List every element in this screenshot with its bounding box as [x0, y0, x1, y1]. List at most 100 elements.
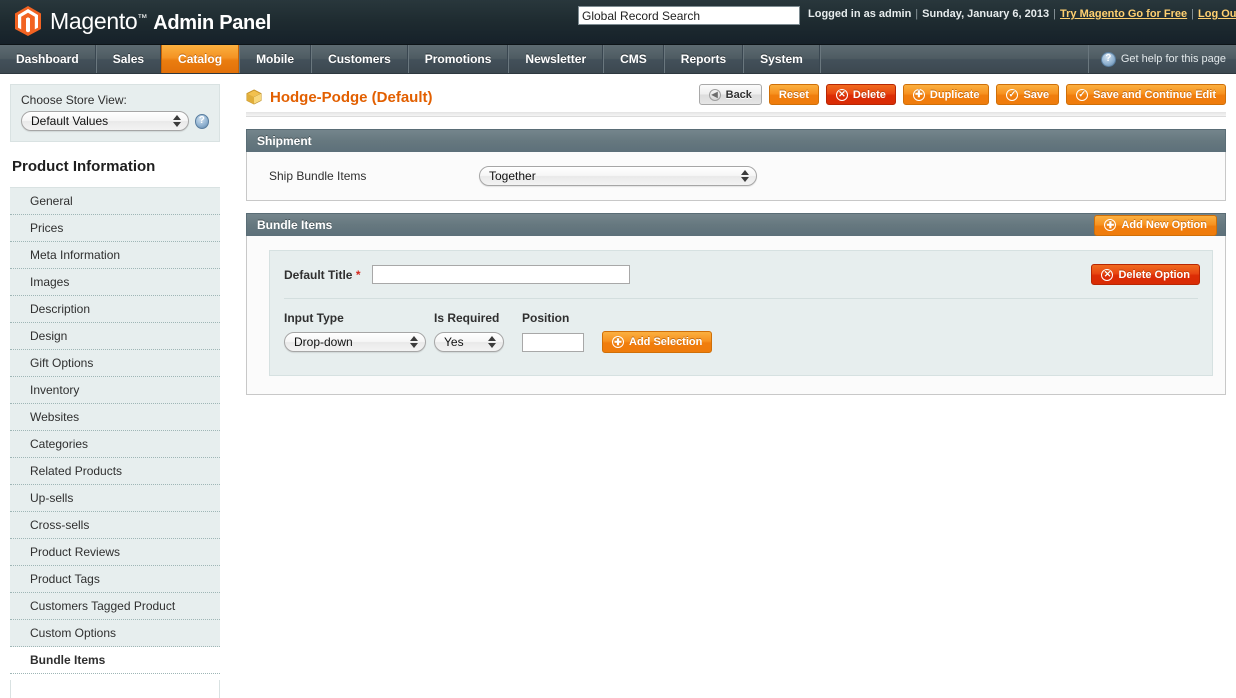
- duplicate-button[interactable]: ✚ Duplicate: [902, 84, 990, 105]
- separator-3: |: [1191, 8, 1194, 20]
- chevron-updown-icon: [406, 334, 422, 350]
- sidebar-item-product-reviews[interactable]: Product Reviews: [10, 539, 220, 566]
- nav-item-dashboard[interactable]: Dashboard: [0, 45, 96, 73]
- page-body: Choose Store View: Default Values ? Prod…: [0, 74, 1236, 698]
- sidebar: Choose Store View: Default Values ? Prod…: [0, 74, 230, 698]
- sidebar-item-related-products[interactable]: Related Products: [10, 458, 220, 485]
- magento-logo-icon: [14, 5, 42, 37]
- magento-logo[interactable]: Magento™ Admin Panel: [14, 5, 271, 37]
- shipment-panel-header: Shipment: [246, 129, 1226, 152]
- position-input[interactable]: [522, 332, 584, 352]
- default-title-label: Default Title *: [284, 268, 372, 282]
- sidebar-item-gift-options[interactable]: Gift Options: [10, 350, 220, 377]
- save-and-continue-label: Save and Continue Edit: [1093, 88, 1216, 101]
- sidebar-item-up-sells[interactable]: Up-sells: [10, 485, 220, 512]
- position-label: Position: [522, 311, 570, 325]
- reset-button[interactable]: Reset: [768, 84, 819, 105]
- nav-item-promotions[interactable]: Promotions: [407, 45, 509, 73]
- x-circle-icon: ✕: [835, 88, 848, 101]
- sidebar-item-inventory[interactable]: Inventory: [10, 377, 220, 404]
- plus-circle-icon: ✚: [612, 336, 624, 348]
- logout-link[interactable]: Log Out: [1198, 8, 1236, 20]
- nav-item-customers[interactable]: Customers: [311, 45, 408, 73]
- header-account-info: Logged in as admin | Sunday, January 6, 20…: [808, 8, 1236, 20]
- nav-item-reports[interactable]: Reports: [663, 45, 744, 73]
- nav-item-mobile[interactable]: Mobile: [239, 45, 312, 73]
- duplicate-button-label: Duplicate: [929, 88, 980, 101]
- try-magento-go-link[interactable]: Try Magento Go for Free: [1060, 8, 1187, 20]
- nav-item-system[interactable]: System: [743, 45, 820, 73]
- sidebar-item-description[interactable]: Description: [10, 296, 220, 323]
- page-title-text: Hodge-Podge (Default): [270, 88, 433, 106]
- input-type-select[interactable]: Drop-down: [284, 332, 426, 352]
- store-view-row: Default Values ?: [21, 111, 209, 131]
- chevron-updown-icon: [484, 334, 500, 350]
- separator-1: |: [915, 8, 919, 20]
- title-divider: [246, 112, 1226, 117]
- logo-trademark: ™: [137, 12, 148, 24]
- sidebar-item-prices[interactable]: Prices: [10, 215, 220, 242]
- add-new-option-button[interactable]: ✚ Add New Option: [1094, 214, 1217, 236]
- add-selection-button[interactable]: ✚ Add Selection: [602, 331, 713, 353]
- nav-item-newsletter[interactable]: Newsletter: [508, 45, 604, 73]
- sidebar-item-general[interactable]: General: [10, 188, 220, 215]
- position-cell: [522, 332, 602, 352]
- global-search-input[interactable]: [578, 6, 800, 25]
- plus-circle-icon: ✚: [912, 88, 925, 101]
- sidebar-item-images[interactable]: Images: [10, 269, 220, 296]
- get-help-link[interactable]: ? Get help for this page: [1087, 45, 1236, 73]
- sidebar-item-product-tags[interactable]: Product Tags: [10, 566, 220, 593]
- nav-item-cms[interactable]: CMS: [603, 45, 664, 73]
- add-new-option-label: Add New Option: [1121, 219, 1207, 231]
- nav-item-catalog[interactable]: Catalog: [161, 45, 240, 73]
- sidebar-item-custom-options[interactable]: Custom Options: [10, 620, 220, 647]
- is-required-label: Is Required: [434, 311, 500, 325]
- is-required-cell: Yes: [434, 332, 522, 352]
- shipment-panel-body: Ship Bundle Items Together: [246, 152, 1226, 201]
- store-view-select[interactable]: Default Values: [21, 111, 189, 131]
- store-view-help-icon[interactable]: ?: [194, 113, 209, 129]
- input-type-cell: Drop-down: [284, 332, 434, 352]
- content-area: Hodge-Podge (Default) ◀ Back Reset ✕ Del…: [230, 74, 1236, 698]
- top-header: Magento™ Admin Panel Logged in as admin|…: [0, 0, 1236, 45]
- nav-item-sales[interactable]: Sales: [95, 45, 162, 73]
- save-and-continue-edit-button[interactable]: ✓ Save and Continue Edit: [1066, 84, 1226, 105]
- sidebar-item-bundle-items[interactable]: Bundle Items: [10, 647, 220, 674]
- product-information-title: Product Information: [10, 142, 220, 188]
- page-title: Hodge-Podge (Default): [246, 89, 433, 106]
- ship-bundle-items-label: Ship Bundle Items: [269, 169, 367, 183]
- ship-bundle-items-select[interactable]: Together: [479, 166, 757, 186]
- input-type-label: Input Type: [284, 311, 344, 325]
- sidebar-item-design[interactable]: Design: [10, 323, 220, 350]
- question-circle-icon: ?: [1100, 51, 1116, 67]
- bundle-option-column-headers: Input Type Is Required Position: [284, 311, 1198, 325]
- sidebar-item-categories[interactable]: Categories: [10, 431, 220, 458]
- is-required-select[interactable]: Yes: [434, 332, 504, 352]
- sidebar-item-customers-tagged-product[interactable]: Customers Tagged Product: [10, 593, 220, 620]
- bundle-items-panel-title: Bundle Items: [257, 218, 333, 232]
- sidebar-item-meta-information[interactable]: Meta Information: [10, 242, 220, 269]
- sidebar-item-websites[interactable]: Websites: [10, 404, 220, 431]
- default-title-text: Default Title: [284, 267, 353, 282]
- bundle-option-box: Default Title * ✕ Delete Option Input Ty…: [269, 250, 1213, 376]
- default-title-input[interactable]: [372, 265, 630, 284]
- shipment-panel-title: Shipment: [257, 134, 312, 148]
- ship-bundle-items-value: Together: [489, 169, 536, 183]
- input-type-value: Drop-down: [294, 335, 353, 349]
- page-action-buttons: ◀ Back Reset ✕ Delete ✚ Duplicate ✓ Save: [698, 84, 1226, 105]
- back-button[interactable]: ◀ Back: [698, 84, 762, 105]
- save-button-label: Save: [1023, 88, 1050, 101]
- nav-spacer: [819, 45, 1088, 73]
- check-circle-icon: ✓: [1006, 88, 1019, 101]
- current-date: Sunday, January 6, 2013: [922, 8, 1050, 20]
- delete-button[interactable]: ✕ Delete: [825, 84, 896, 105]
- sidebar-item-cross-sells[interactable]: Cross-sells: [10, 512, 220, 539]
- save-button[interactable]: ✓ Save: [996, 84, 1060, 105]
- bundle-items-panel: Bundle Items ✚ Add New Option Default Ti…: [246, 213, 1226, 395]
- is-required-value: Yes: [444, 335, 464, 349]
- main-navigation: Dashboard Sales Catalog Mobile Customers…: [0, 45, 1236, 74]
- chevron-updown-icon: [169, 113, 185, 129]
- delete-option-button[interactable]: ✕ Delete Option: [1091, 264, 1200, 285]
- plus-circle-icon: ✚: [1104, 219, 1117, 231]
- bundle-option-title-row: Default Title * ✕ Delete Option: [284, 264, 1200, 299]
